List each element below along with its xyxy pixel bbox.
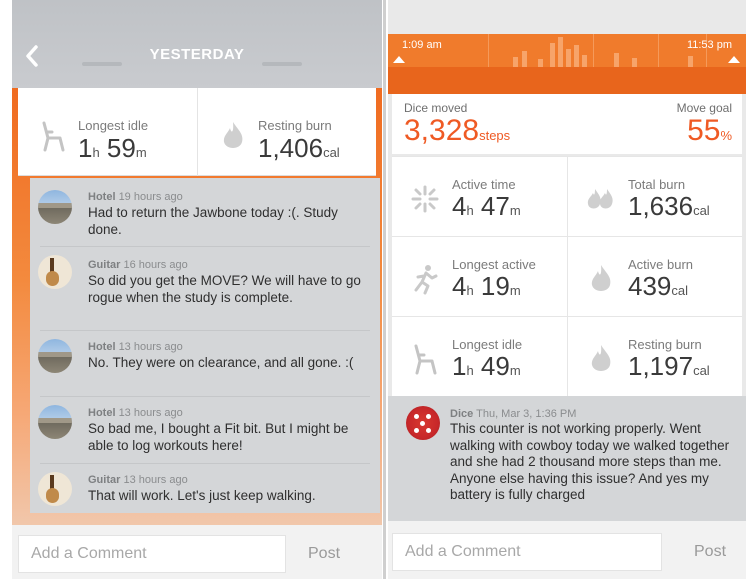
flame-icon xyxy=(586,263,616,295)
page-title: YESTERDAY xyxy=(149,46,245,63)
stat-value: 1h 59m xyxy=(78,133,147,163)
stat-value: 4h 19m xyxy=(452,271,521,301)
stat-label: Resting burn xyxy=(258,118,332,133)
hotel-avatar xyxy=(38,190,72,224)
stat-resting-burn: Resting burn 1,406cal xyxy=(197,88,376,176)
comment-list: Hotel 19 hours ago Had to return the Jaw… xyxy=(30,178,380,513)
stat-label: Longest active xyxy=(452,257,536,272)
stat-label: Longest idle xyxy=(452,337,523,352)
activity-bar xyxy=(574,45,579,67)
guitar-avatar xyxy=(38,472,72,506)
stat-label: Active burn xyxy=(628,257,694,272)
right-screen: 1:09 am 11:53 pm Dice moved Move goal 3,… xyxy=(388,0,746,579)
comment-text: No. They were on clearance, and all gone… xyxy=(88,355,354,370)
comment-bar: Post xyxy=(388,521,746,579)
time-end: 11:53 pm xyxy=(686,39,732,51)
screen-divider xyxy=(383,0,386,579)
activity-bar xyxy=(582,55,587,67)
stat-label: Resting burn xyxy=(628,337,702,352)
runner-icon xyxy=(410,263,440,295)
comment-bar: Post xyxy=(12,525,382,579)
stat-value: 1h 49m xyxy=(452,351,521,381)
comment-text: So bad me, I bought a Fit bit. But I mig… xyxy=(88,421,349,453)
comment-input[interactable] xyxy=(392,533,662,571)
activity-bar xyxy=(688,56,693,67)
divider xyxy=(40,246,370,247)
stat-resting-burn: Resting burn 1,197cal xyxy=(567,316,742,396)
activity-bar xyxy=(566,49,571,67)
stats-card: Longest idle 1h 59m Resting burn 1,406ca… xyxy=(18,88,376,176)
comment-input[interactable] xyxy=(18,535,286,573)
stat-value: 1,406cal xyxy=(258,133,340,163)
moved-label: Dice moved xyxy=(404,101,468,115)
stat-value: 1,197cal xyxy=(628,351,710,381)
stat-value: 4h 47m xyxy=(452,191,521,221)
timeline-end-marker-icon[interactable] xyxy=(728,56,740,63)
stat-value: 439cal xyxy=(628,271,689,301)
stat-active-time: Active time 4h 47m xyxy=(392,156,567,236)
guitar-avatar xyxy=(38,255,72,289)
activity-bar xyxy=(558,37,563,67)
stat-value: 1,636cal xyxy=(628,191,710,221)
double-flame-icon xyxy=(586,183,616,215)
dice-avatar xyxy=(406,406,440,440)
comment-text: So did you get the MOVE? We will have to… xyxy=(88,273,361,305)
time-start: 1:09 am xyxy=(402,39,442,51)
steps-value: 3,328steps xyxy=(404,114,511,147)
sparkle-icon xyxy=(410,183,440,215)
header-bar: YESTERDAY xyxy=(12,0,382,88)
divider xyxy=(40,396,370,397)
stat-active-burn: Active burn 439cal xyxy=(567,236,742,316)
comment-list: Dice Thu, Mar 3, 1:36 PM This counter is… xyxy=(388,396,746,521)
hotel-avatar xyxy=(38,339,72,373)
timeline-start-marker-icon[interactable] xyxy=(393,56,405,63)
chair-icon xyxy=(38,120,68,152)
stat-label: Active time xyxy=(452,177,516,192)
post-button[interactable]: Post xyxy=(308,545,340,563)
comment-text: Had to return the Jawbone today :(. Stud… xyxy=(88,205,338,237)
divider xyxy=(40,330,370,331)
activity-bar xyxy=(550,43,555,67)
activity-bar xyxy=(614,53,619,67)
stat-total-burn: Total burn 1,636cal xyxy=(567,156,742,236)
comment-text: That will work. Let's just keep walking. xyxy=(88,488,316,503)
divider xyxy=(40,463,370,464)
timeline-strip xyxy=(388,67,746,94)
hotel-avatar xyxy=(38,405,72,439)
chair-icon xyxy=(410,343,440,375)
comment-text: This counter is not working properly. We… xyxy=(450,421,730,502)
stats-grid: Active time 4h 47m Total burn 1,636cal L… xyxy=(392,156,742,396)
stat-longest-idle: Longest idle 1h 59m xyxy=(18,88,197,176)
flame-icon xyxy=(586,343,616,375)
activity-bar xyxy=(632,58,637,67)
activity-bar xyxy=(538,59,543,67)
steps-summary: Dice moved Move goal 3,328steps 55% xyxy=(392,94,742,154)
flame-icon xyxy=(218,120,248,152)
post-button[interactable]: Post xyxy=(694,543,726,561)
stat-longest-active: Longest active 4h 19m xyxy=(392,236,567,316)
stat-longest-idle: Longest idle 1h 49m xyxy=(392,316,567,396)
stat-label: Total burn xyxy=(628,177,686,192)
activity-bar xyxy=(522,51,527,67)
left-screen: YESTERDAY Longest idle 1h 59m Resting bu… xyxy=(12,0,382,579)
activity-bar xyxy=(513,57,518,67)
stat-label: Longest idle xyxy=(78,118,149,133)
goal-label: Move goal xyxy=(676,101,732,115)
goal-value: 55% xyxy=(687,114,732,147)
